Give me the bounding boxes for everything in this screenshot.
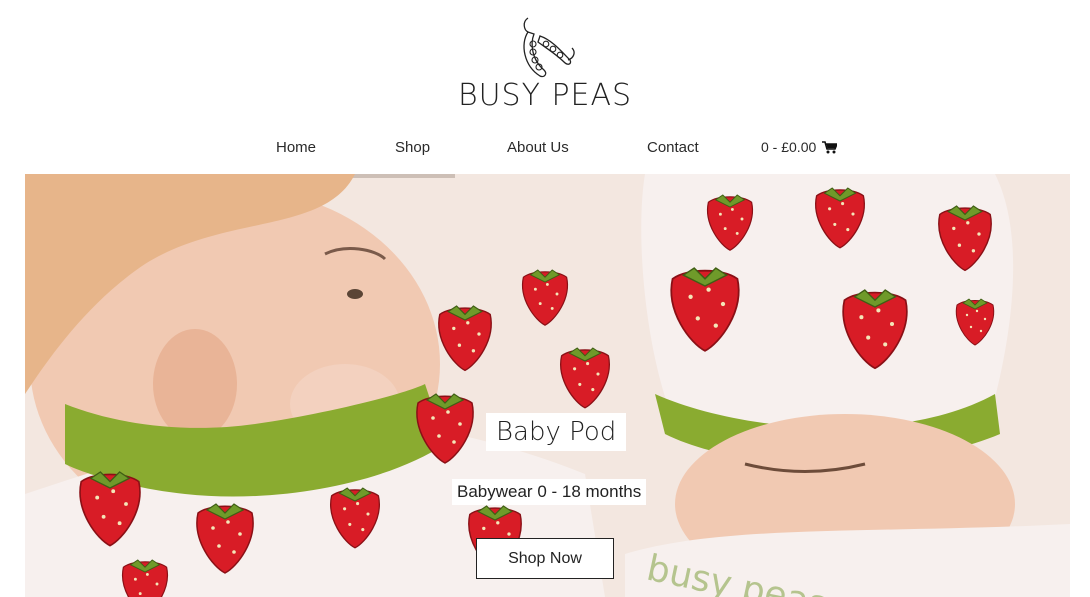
shop-now-button[interactable]: Shop Now <box>476 538 614 579</box>
nav-contact[interactable]: Contact <box>647 139 699 156</box>
hero-title: Baby Pod <box>486 413 627 451</box>
nav-about-us[interactable]: About Us <box>507 139 569 156</box>
peapod-icon <box>523 17 575 78</box>
hero-image: busy peas <box>25 174 1070 597</box>
cart-link[interactable]: 0 - £0.00 <box>761 139 838 155</box>
main-nav: Home Shop About Us Contact 0 - £0.00 <box>0 139 1090 163</box>
cart-icon <box>822 140 838 153</box>
brand-name: BUSY PEAS <box>457 78 633 113</box>
hero-subtitle: Babywear 0 - 18 months <box>452 479 647 505</box>
nav-shop[interactable]: Shop <box>395 139 430 156</box>
hero-banner: busy peas <box>25 174 1070 597</box>
cart-total: 0 - £0.00 <box>761 139 817 155</box>
nav-home[interactable]: Home <box>276 139 316 156</box>
logo[interactable] <box>0 14 1090 82</box>
site-header: BUSY PEAS Home Shop About Us Contact 0 -… <box>0 0 1090 174</box>
